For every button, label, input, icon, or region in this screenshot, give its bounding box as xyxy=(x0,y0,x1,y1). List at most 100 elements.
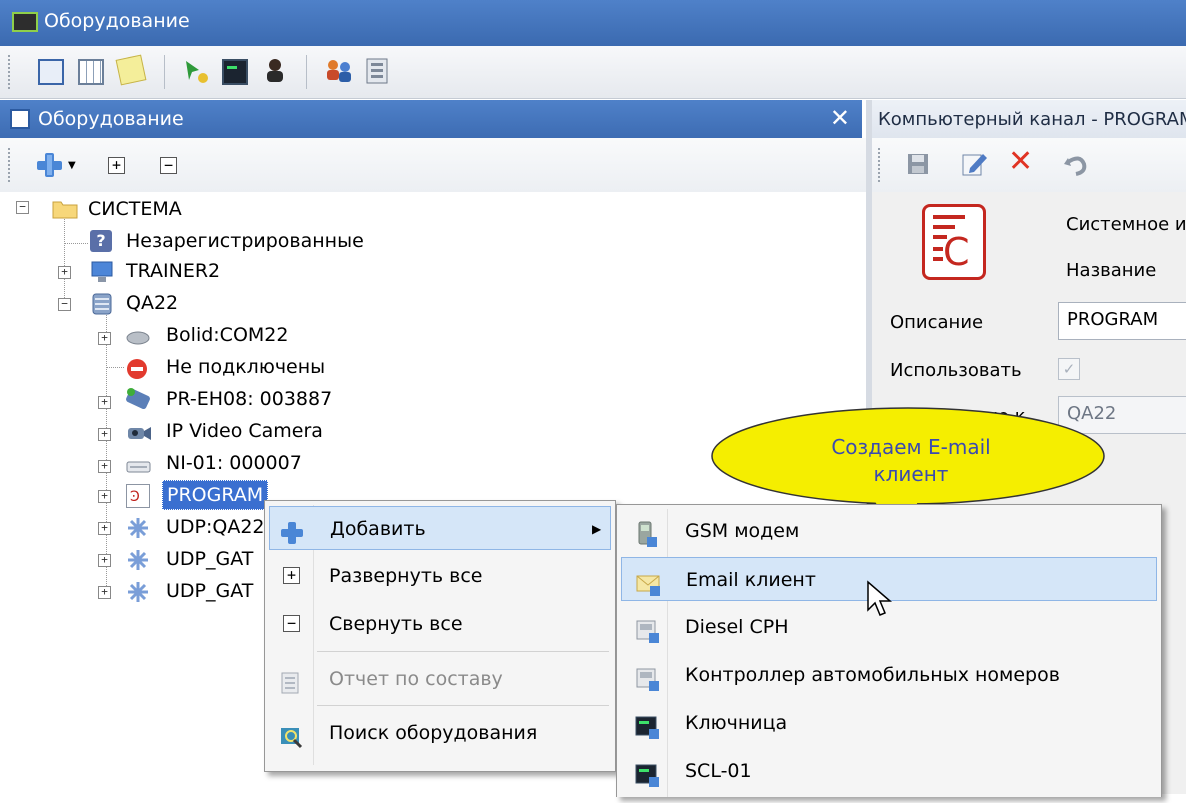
network-device-icon xyxy=(126,456,151,478)
system-name-label: Системное имя xyxy=(1066,214,1186,235)
expander-expand-icon[interactable]: + xyxy=(98,428,111,441)
equipment-panel-header: Оборудование ✕ xyxy=(0,100,862,138)
menu-item-add[interactable]: Добавить ▶ xyxy=(269,506,611,550)
udp-icon xyxy=(126,516,148,538)
tree-view-icon[interactable] xyxy=(38,59,64,85)
submenu-item-scl-01[interactable]: SCL-01 xyxy=(621,749,1157,793)
expander-expand-icon[interactable]: + xyxy=(98,490,111,503)
submenu-item-gsm-modem[interactable]: GSM модем xyxy=(621,509,1157,553)
menu-item-composition-report[interactable]: Отчет по составу xyxy=(269,657,611,701)
users-group-icon[interactable] xyxy=(325,58,351,84)
use-checkbox[interactable]: ✓ xyxy=(1058,358,1080,380)
toolbar-grip xyxy=(878,148,884,182)
mouse-cursor-icon xyxy=(867,580,893,616)
add-icon xyxy=(280,517,303,544)
tree-item-not-connected[interactable]: Не подключены xyxy=(166,352,325,382)
context-menu: Добавить ▶ + Развернуть все − Свернуть в… xyxy=(264,500,616,772)
expander-expand-icon[interactable]: + xyxy=(98,554,111,567)
grid-view-icon[interactable] xyxy=(78,59,104,85)
submenu-item-key-box[interactable]: Ключница xyxy=(621,701,1157,745)
submenu-item-plate-controller-label: Контроллер автомобильных номеров xyxy=(685,664,1060,686)
submenu-item-plate-controller[interactable]: Контроллер автомобильных номеров xyxy=(621,653,1157,697)
submenu-item-diesel-cph-label: Diesel CPH xyxy=(685,616,789,638)
name-label: Название xyxy=(1066,260,1157,281)
menu-item-collapse-all-label: Свернуть все xyxy=(329,613,463,635)
tree-item-pr-eh08[interactable]: PR-EH08: 003887 xyxy=(166,384,332,414)
camera-icon xyxy=(126,422,151,444)
menu-separator xyxy=(317,651,609,652)
expander-collapse-icon[interactable]: − xyxy=(58,298,71,311)
tree-item-trainer2[interactable]: TRAINER2 xyxy=(126,256,220,286)
menu-item-add-label: Добавить xyxy=(330,518,426,540)
expander-expand-icon[interactable]: + xyxy=(98,460,111,473)
terminal-icon[interactable] xyxy=(222,59,248,85)
program-channel-large-icon: C xyxy=(922,204,986,280)
tree-item-ni-01[interactable]: NI-01: 000007 xyxy=(166,448,302,478)
report-icon xyxy=(279,667,301,694)
computer-icon xyxy=(90,260,113,282)
expand-all-button[interactable]: + xyxy=(108,157,125,174)
submenu-item-email-client-label: Email клиент xyxy=(686,569,816,591)
tree-item-udp-qa22[interactable]: UDP:QA22 xyxy=(166,512,265,542)
svg-text:Ꜿ: Ꜿ xyxy=(130,489,140,505)
toolbar-grip xyxy=(8,55,14,89)
menu-item-find-equipment-label: Поиск оборудования xyxy=(329,722,538,744)
collapse-icon: − xyxy=(283,615,300,632)
add-device-button[interactable] xyxy=(36,152,64,183)
menu-separator xyxy=(317,705,609,706)
menu-item-collapse-all[interactable]: − Свернуть все xyxy=(269,602,611,646)
tree-item-udp-gat[interactable]: UDP_GAT xyxy=(166,576,253,606)
tree-toolbar: ▼ + − xyxy=(0,138,866,192)
tree-item-ip-video-camera[interactable]: IP Video Camera xyxy=(166,416,323,446)
menu-item-find-equipment[interactable]: Поиск оборудования xyxy=(269,711,611,755)
expander-expand-icon[interactable]: + xyxy=(98,586,111,599)
menu-item-expand-all[interactable]: + Развернуть все xyxy=(269,554,611,598)
menu-item-expand-all-label: Развернуть все xyxy=(329,565,483,587)
description-label: Описание xyxy=(890,312,984,333)
email-icon xyxy=(636,568,660,596)
properties-toolbar: ✕ xyxy=(872,138,1186,192)
diesel-device-icon xyxy=(635,615,659,643)
submenu-arrow-icon: ▶ xyxy=(592,522,602,536)
udp-icon xyxy=(126,580,148,602)
collapse-all-button[interactable]: − xyxy=(160,157,177,174)
expand-icon: + xyxy=(283,567,300,584)
save-icon[interactable] xyxy=(906,152,930,181)
expander-expand-icon[interactable]: + xyxy=(58,266,71,279)
equipment-panel-title: Оборудование xyxy=(38,108,184,130)
close-panel-button[interactable]: ✕ xyxy=(830,104,850,132)
undo-icon[interactable] xyxy=(1062,152,1088,181)
submenu-item-gsm-modem-label: GSM модем xyxy=(685,520,800,542)
program-channel-icon: Ꜿ xyxy=(126,484,150,508)
tree-item-system[interactable]: СИСТЕМА xyxy=(88,194,182,224)
delete-icon[interactable]: ✕ xyxy=(1008,144,1033,179)
controller-icon xyxy=(124,386,150,410)
add-submenu: GSM модем Email клиент Diesel CPH Контро… xyxy=(616,504,1162,797)
tree-item-bolid-com22[interactable]: Bolid:COM22 xyxy=(166,320,288,350)
properties-panel-title: Компьютерный канал - PROGRAM xyxy=(878,109,1186,130)
tree-item-qa22[interactable]: QA22 xyxy=(126,288,178,318)
menu-item-composition-report-label: Отчет по составу xyxy=(329,668,503,690)
expander-collapse-icon[interactable]: − xyxy=(16,201,29,214)
gsm-modem-icon xyxy=(635,519,657,547)
callout-text: Создаем E-mail клиент xyxy=(831,435,991,486)
notes-icon[interactable] xyxy=(115,54,147,86)
edit-icon[interactable] xyxy=(960,150,988,183)
tree-item-unregistered[interactable]: Незарегистрированные xyxy=(126,226,364,256)
tree-item-udp-gat[interactable]: UDP_GAT xyxy=(166,544,253,574)
svg-text:C: C xyxy=(943,230,970,271)
expander-expand-icon[interactable]: + xyxy=(98,522,111,535)
properties-panel-header: Компьютерный канал - PROGRAM xyxy=(872,100,1186,138)
description-field[interactable]: PROGRAM xyxy=(1058,302,1186,340)
add-dropdown-arrow-icon[interactable]: ▼ xyxy=(68,160,76,171)
report-icon[interactable] xyxy=(364,57,390,84)
window-title-bar: Оборудование xyxy=(0,0,1186,46)
device-icon xyxy=(126,326,150,348)
panel-tree-icon xyxy=(10,109,30,129)
expander-expand-icon[interactable]: + xyxy=(98,332,111,345)
route-icon[interactable] xyxy=(183,58,209,84)
submenu-item-scl-01-label: SCL-01 xyxy=(685,760,752,782)
expander-expand-icon[interactable]: + xyxy=(98,396,111,409)
user-icon[interactable] xyxy=(262,57,288,83)
tree-item-program[interactable]: PROGRAM xyxy=(162,480,269,510)
